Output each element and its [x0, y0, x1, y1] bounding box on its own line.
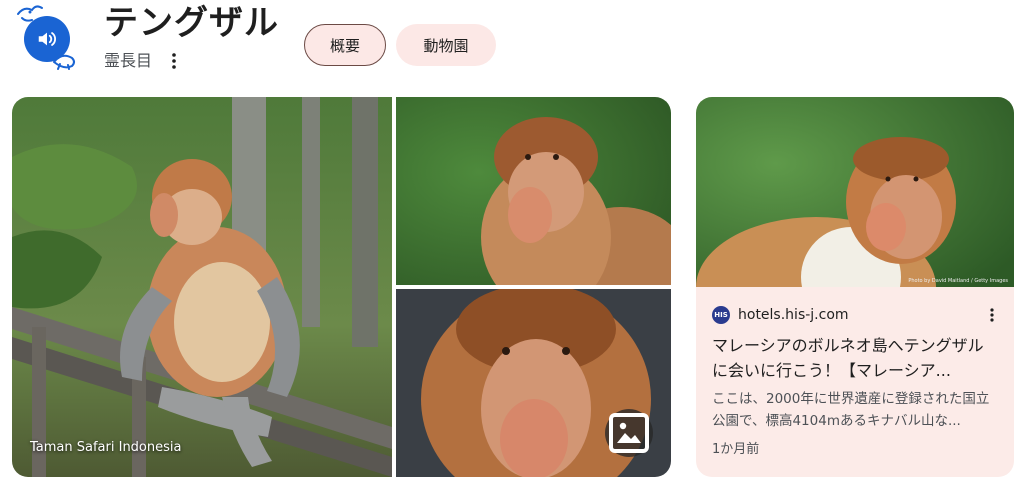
- site-favicon: HIS: [712, 306, 730, 324]
- volume-icon: [38, 32, 56, 46]
- card-timestamp: 1か月前: [712, 442, 760, 457]
- card-more-button[interactable]: [982, 305, 1002, 325]
- main-image[interactable]: Taman Safari Indonesia: [12, 97, 392, 477]
- result-card[interactable]: Photo by David Maitland / Getty Images H…: [696, 97, 1014, 477]
- card-source: hotels.his-j.com: [738, 307, 849, 323]
- chip-overview[interactable]: 概要: [304, 24, 386, 66]
- proboscis-monkey-photo: [12, 97, 392, 477]
- card-title[interactable]: マレーシアのボルネオ島へテングザルに会いに行こう！【マレーシア...: [712, 333, 998, 383]
- subtitle-row: 霊長目: [104, 50, 184, 72]
- image-caption: Taman Safari Indonesia: [30, 440, 182, 455]
- chip-zoo[interactable]: 動物園: [396, 24, 496, 66]
- image-bottom-right[interactable]: [396, 289, 671, 477]
- card-source-row: HIS hotels.his-j.com: [712, 305, 1002, 325]
- more-vert-icon: [172, 53, 176, 69]
- monkey-face-photo: [396, 97, 671, 285]
- photo-credit: Photo by David Maitland / Getty Images: [908, 278, 1008, 284]
- image-top-right[interactable]: [396, 97, 671, 285]
- header-logo: [14, 4, 80, 70]
- card-description: ここは、2000年に世界遺産に登録された国立公園で、標高4104mあるキナバル山…: [712, 391, 990, 429]
- more-options-button[interactable]: [164, 50, 184, 72]
- image-search-icon: [609, 413, 649, 453]
- more-vert-icon: [990, 308, 994, 322]
- card-monkey-photo: [696, 97, 1014, 287]
- image-search-button[interactable]: [605, 409, 653, 457]
- subtitle-text: 霊長目: [104, 51, 153, 70]
- speaker-button[interactable]: [24, 16, 70, 62]
- card-image: Photo by David Maitland / Getty Images: [696, 97, 1014, 287]
- page-title: テングザル: [104, 3, 279, 43]
